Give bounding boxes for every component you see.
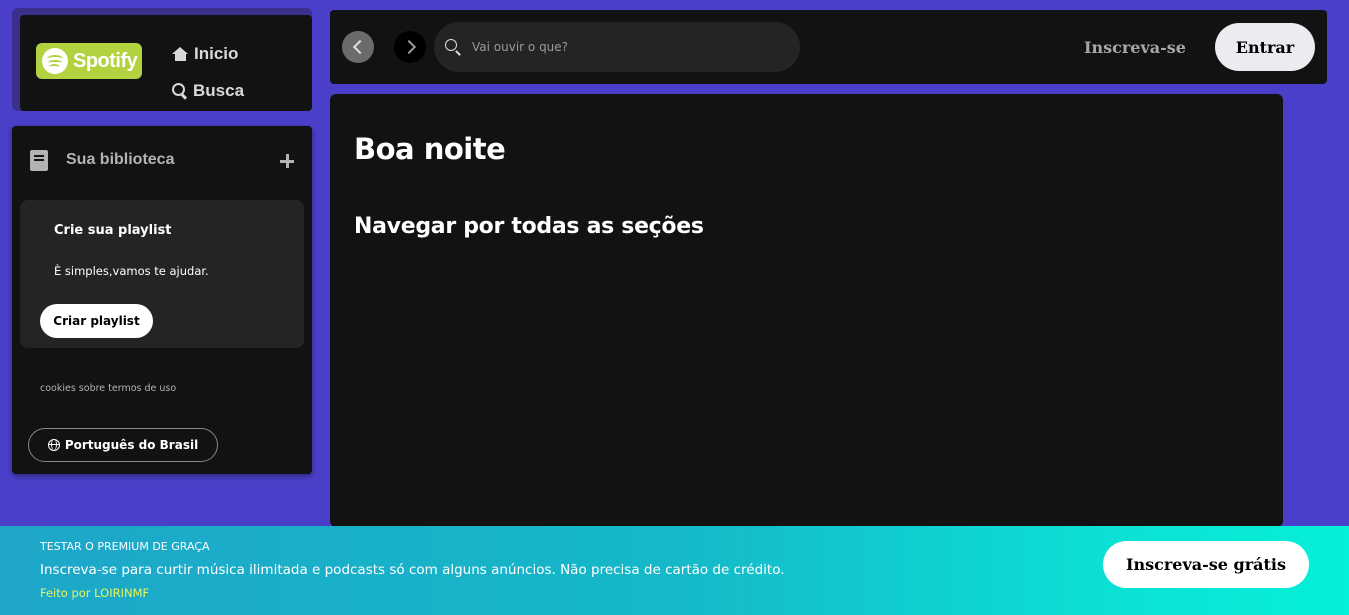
chevron-left-icon[interactable] xyxy=(342,31,374,63)
nav-home-label: Inicio xyxy=(194,44,239,63)
language-button[interactable]: Português do Brasil xyxy=(28,428,218,462)
create-playlist-button[interactable]: Criar playlist xyxy=(40,304,153,338)
library-icon xyxy=(30,150,48,171)
search-input[interactable] xyxy=(472,22,792,72)
globe-icon xyxy=(47,439,60,451)
login-button[interactable]: Entrar xyxy=(1215,23,1315,71)
nav-home-link[interactable]: Inicio xyxy=(172,44,238,64)
spotify-logo-icon xyxy=(42,48,68,74)
search-icon xyxy=(445,39,462,56)
top-bar: Inscreva-se Entrar xyxy=(330,10,1327,84)
library-panel: Sua biblioteca Crie sua playlist È simpl… xyxy=(12,126,312,474)
premium-banner: TESTAR O PREMIUM DE GRAÇA Inscreva-se pa… xyxy=(0,526,1349,615)
signup-link[interactable]: Inscreva-se xyxy=(1084,38,1186,57)
plus-icon[interactable] xyxy=(280,154,294,168)
language-label: Português do Brasil xyxy=(64,438,199,452)
search-bar xyxy=(434,22,800,72)
greeting-heading: Boa noite xyxy=(354,132,506,166)
banner-text: Inscreva-se para curtir música ilimitada… xyxy=(40,562,785,578)
home-icon xyxy=(172,47,189,61)
banner-credit: Feito por LOIRINMF xyxy=(40,586,150,600)
nav-card: Spotify Inicio Busca xyxy=(20,15,312,111)
spotify-logo[interactable]: Spotify xyxy=(36,43,142,79)
chevron-right-icon[interactable] xyxy=(394,31,426,63)
nav-panel: Spotify Inicio Busca xyxy=(12,8,312,111)
library-header: Sua biblioteca xyxy=(30,150,296,172)
main-content: Boa noite Navegar por todas as seções xyxy=(330,94,1283,527)
nav-search-label: Busca xyxy=(193,81,245,100)
nav-search-link[interactable]: Busca xyxy=(172,81,244,101)
footer-links[interactable]: cookies sobre termos de uso xyxy=(40,383,176,394)
library-title[interactable]: Sua biblioteca xyxy=(66,151,174,169)
browse-sections-heading: Navegar por todas as seções xyxy=(354,214,704,239)
signup-free-button[interactable]: Inscreva-se grátis xyxy=(1103,541,1309,588)
create-playlist-card: Crie sua playlist È simples,vamos te aju… xyxy=(20,200,304,348)
create-playlist-title: Crie sua playlist xyxy=(54,223,172,238)
logo-text: Spotify xyxy=(73,49,138,72)
banner-kicker: TESTAR O PREMIUM DE GRAÇA xyxy=(40,540,210,553)
create-playlist-subtitle: È simples,vamos te ajudar. xyxy=(54,264,209,278)
search-icon xyxy=(172,83,188,99)
